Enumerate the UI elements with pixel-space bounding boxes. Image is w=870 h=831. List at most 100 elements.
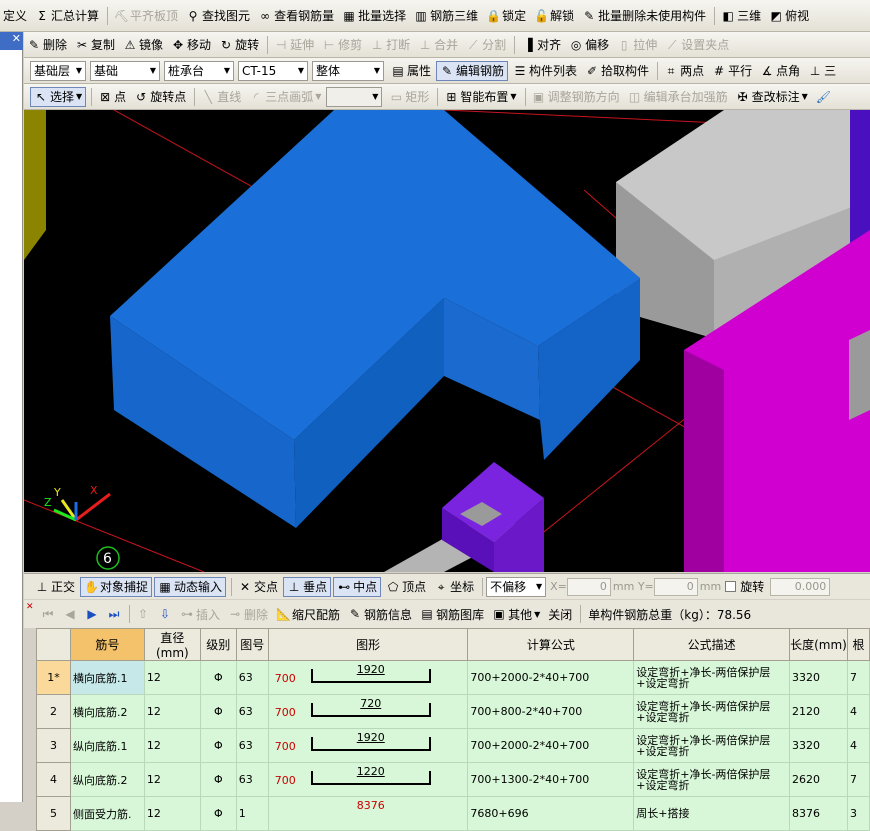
- rect-button[interactable]: ▭ 矩形: [386, 87, 432, 107]
- top-tool-6-button[interactable]: ▥ 钢筋三维: [411, 6, 481, 26]
- scale-rebar-button[interactable]: 📐 缩尺配筋: [273, 604, 343, 624]
- figure-number-cell[interactable]: 63: [235, 762, 269, 797]
- row-number[interactable]: 4: [36, 762, 71, 797]
- select-button[interactable]: ↖ 选择 ▼: [30, 86, 87, 107]
- rebar-name-cell[interactable]: 横向底筋.2: [69, 694, 145, 729]
- rotate-point-button[interactable]: ↺ 旋转点: [131, 87, 189, 107]
- arc-button[interactable]: ◜ 三点画弧 ▼: [246, 87, 324, 107]
- edit-tool-10-button[interactable]: ▐ 对齐: [518, 35, 564, 55]
- length-cell[interactable]: 3320: [789, 660, 848, 695]
- close-panel-button[interactable]: 关闭: [545, 604, 575, 624]
- figure-number-cell[interactable]: 63: [235, 728, 269, 763]
- table-row[interactable]: 5 侧面受力筋. 12 Φ 1 8376 7680+696 周长+搭接 8376 3: [36, 796, 870, 831]
- component-tool-5-button[interactable]: # 平行: [709, 61, 755, 81]
- grade-cell[interactable]: Φ: [199, 694, 237, 729]
- edit-tool-6-button[interactable]: ⊢ 修剪: [319, 35, 365, 55]
- insert-button[interactable]: ⊶ 插入: [177, 604, 223, 624]
- column-header[interactable]: 计算公式: [467, 628, 635, 661]
- ortho-toggle[interactable]: ⊥ 正交: [32, 577, 78, 597]
- grade-cell[interactable]: Φ: [199, 762, 237, 797]
- close-icon[interactable]: ✕: [0, 32, 23, 45]
- count-cell[interactable]: 7: [846, 660, 870, 695]
- row-number[interactable]: 2: [36, 694, 71, 729]
- midpoint-snap[interactable]: ⊷ 中点: [333, 576, 382, 597]
- formula-cell[interactable]: 700+2000-2*40+700: [467, 660, 635, 695]
- category-dropdown[interactable]: 基础 ▼: [90, 60, 160, 81]
- edit-tool-4-button[interactable]: ↻ 旋转: [216, 35, 262, 55]
- table-row[interactable]: 1* 横向底筋.1 12 Φ 63 700 1920 700+2000-2*40+700 设定弯…: [36, 660, 870, 695]
- diameter-cell[interactable]: 12: [143, 762, 201, 797]
- shape-cell[interactable]: 700 1220: [267, 762, 469, 797]
- count-cell[interactable]: 4: [846, 694, 870, 729]
- component-tool-1-button[interactable]: ✎ 编辑钢筋: [436, 60, 509, 81]
- rebar-info-button[interactable]: ✎ 钢筋信息: [345, 604, 415, 624]
- edit-tool-0-button[interactable]: ✎ 删除: [24, 35, 70, 55]
- diameter-cell[interactable]: 12: [143, 796, 201, 831]
- edit-tool-13-button[interactable]: ⟋ 设置夹点: [662, 35, 732, 55]
- formula-cell[interactable]: 700+1300-2*40+700: [467, 762, 635, 797]
- length-cell[interactable]: 3320: [789, 728, 848, 763]
- formula-desc-cell[interactable]: 设定弯折+净长-两倍保护层+设定弯折: [633, 762, 790, 797]
- formula-desc-cell[interactable]: 设定弯折+净长-两倍保护层+设定弯折: [633, 660, 790, 695]
- component-tool-2-button[interactable]: ☰ 构件列表: [510, 61, 580, 81]
- formula-cell[interactable]: 7680+696: [467, 796, 635, 831]
- rebar-name-cell[interactable]: 纵向底筋.2: [69, 762, 145, 797]
- top-tool-10-button[interactable]: ◧ 三维: [718, 6, 764, 26]
- count-cell[interactable]: 4: [846, 728, 870, 763]
- count-cell[interactable]: 7: [846, 762, 870, 797]
- floor-dropdown[interactable]: 基础层 ▼: [30, 60, 86, 81]
- shape-cell[interactable]: 700 720: [267, 694, 469, 729]
- row-number[interactable]: 1*: [36, 660, 71, 695]
- object-snap-toggle[interactable]: ✋ 对象捕捉: [80, 576, 153, 597]
- check-label-button[interactable]: ✠ 查改标注 ▼: [733, 87, 811, 107]
- table-row[interactable]: 4 纵向底筋.2 12 Φ 63 700 1220 700+1300-2*40+700 设定弯折…: [36, 762, 870, 797]
- line-button[interactable]: ╲ 直线: [198, 87, 244, 107]
- rotate-checkbox[interactable]: [725, 581, 737, 592]
- component-tool-3-button[interactable]: ✐ 拾取构件: [582, 61, 652, 81]
- top-tool-0-button[interactable]: 定义: [0, 6, 30, 26]
- vertex-snap[interactable]: ⬠ 顶点: [383, 577, 429, 597]
- mode-dropdown[interactable]: 整体 ▼: [312, 60, 384, 81]
- move-up-button[interactable]: ⇧: [133, 604, 153, 624]
- rotate-input[interactable]: 0.000: [770, 577, 831, 596]
- perpendicular-snap[interactable]: ⊥ 垂点: [283, 576, 332, 597]
- top-tool-3-button[interactable]: ⚲ 查找图元: [183, 6, 253, 26]
- formula-desc-cell[interactable]: 周长+搭接: [633, 796, 790, 831]
- component-tool-6-button[interactable]: ∡ 点角: [757, 61, 803, 81]
- column-header[interactable]: 根: [846, 628, 870, 661]
- figure-number-cell[interactable]: 1: [235, 796, 269, 831]
- arc-option-dropdown[interactable]: ▼: [326, 86, 383, 107]
- figure-number-cell[interactable]: 63: [235, 660, 269, 695]
- formula-cell[interactable]: 700+800-2*40+700: [467, 694, 635, 729]
- prev-record-button[interactable]: ◀: [60, 604, 80, 624]
- row-number[interactable]: 3: [36, 728, 71, 763]
- edit-tool-7-button[interactable]: ⊥ 打断: [367, 35, 413, 55]
- left-panel-close-bar[interactable]: ✕: [0, 32, 23, 50]
- grade-cell[interactable]: Φ: [199, 796, 237, 831]
- count-cell[interactable]: 3: [846, 796, 870, 831]
- top-tool-8-button[interactable]: 🔓 解锁: [531, 6, 577, 26]
- column-header[interactable]: 直径(mm): [143, 628, 201, 661]
- next-record-button[interactable]: ▶: [82, 604, 102, 624]
- column-header[interactable]: 长度(mm): [789, 628, 848, 661]
- column-header[interactable]: 图号: [235, 628, 269, 661]
- column-header[interactable]: 图形: [267, 628, 469, 661]
- component-tool-0-button[interactable]: ▤ 属性: [388, 61, 434, 81]
- delete-row-button[interactable]: ⊸ 删除: [225, 604, 271, 624]
- coordinate-snap[interactable]: ⌖ 坐标: [431, 577, 477, 597]
- edit-tool-9-button[interactable]: ⟋ 分割: [463, 35, 509, 55]
- y-input[interactable]: 0: [653, 577, 698, 596]
- component-tool-7-button[interactable]: ⊥ 三: [805, 61, 839, 81]
- edit-tool-1-button[interactable]: ✂ 复制: [72, 35, 118, 55]
- top-tool-11-button[interactable]: ◩ 俯视: [766, 6, 812, 26]
- rebar-name-cell[interactable]: 纵向底筋.1: [69, 728, 145, 763]
- x-input[interactable]: 0: [566, 577, 611, 596]
- type-dropdown[interactable]: 桩承台 ▼: [164, 60, 234, 81]
- column-header[interactable]: 筋号: [69, 628, 145, 661]
- shape-cell[interactable]: 700 1920: [267, 660, 469, 695]
- edit-tool-12-button[interactable]: ▯ 拉伸: [614, 35, 660, 55]
- intersection-snap[interactable]: ✕ 交点: [235, 577, 281, 597]
- dynamic-input-toggle[interactable]: ▦ 动态输入: [154, 576, 227, 597]
- table-row[interactable]: 3 纵向底筋.1 12 Φ 63 700 1920 700+2000-2*40+700 设定弯折…: [36, 728, 870, 763]
- formula-cell[interactable]: 700+2000-2*40+700: [467, 728, 635, 763]
